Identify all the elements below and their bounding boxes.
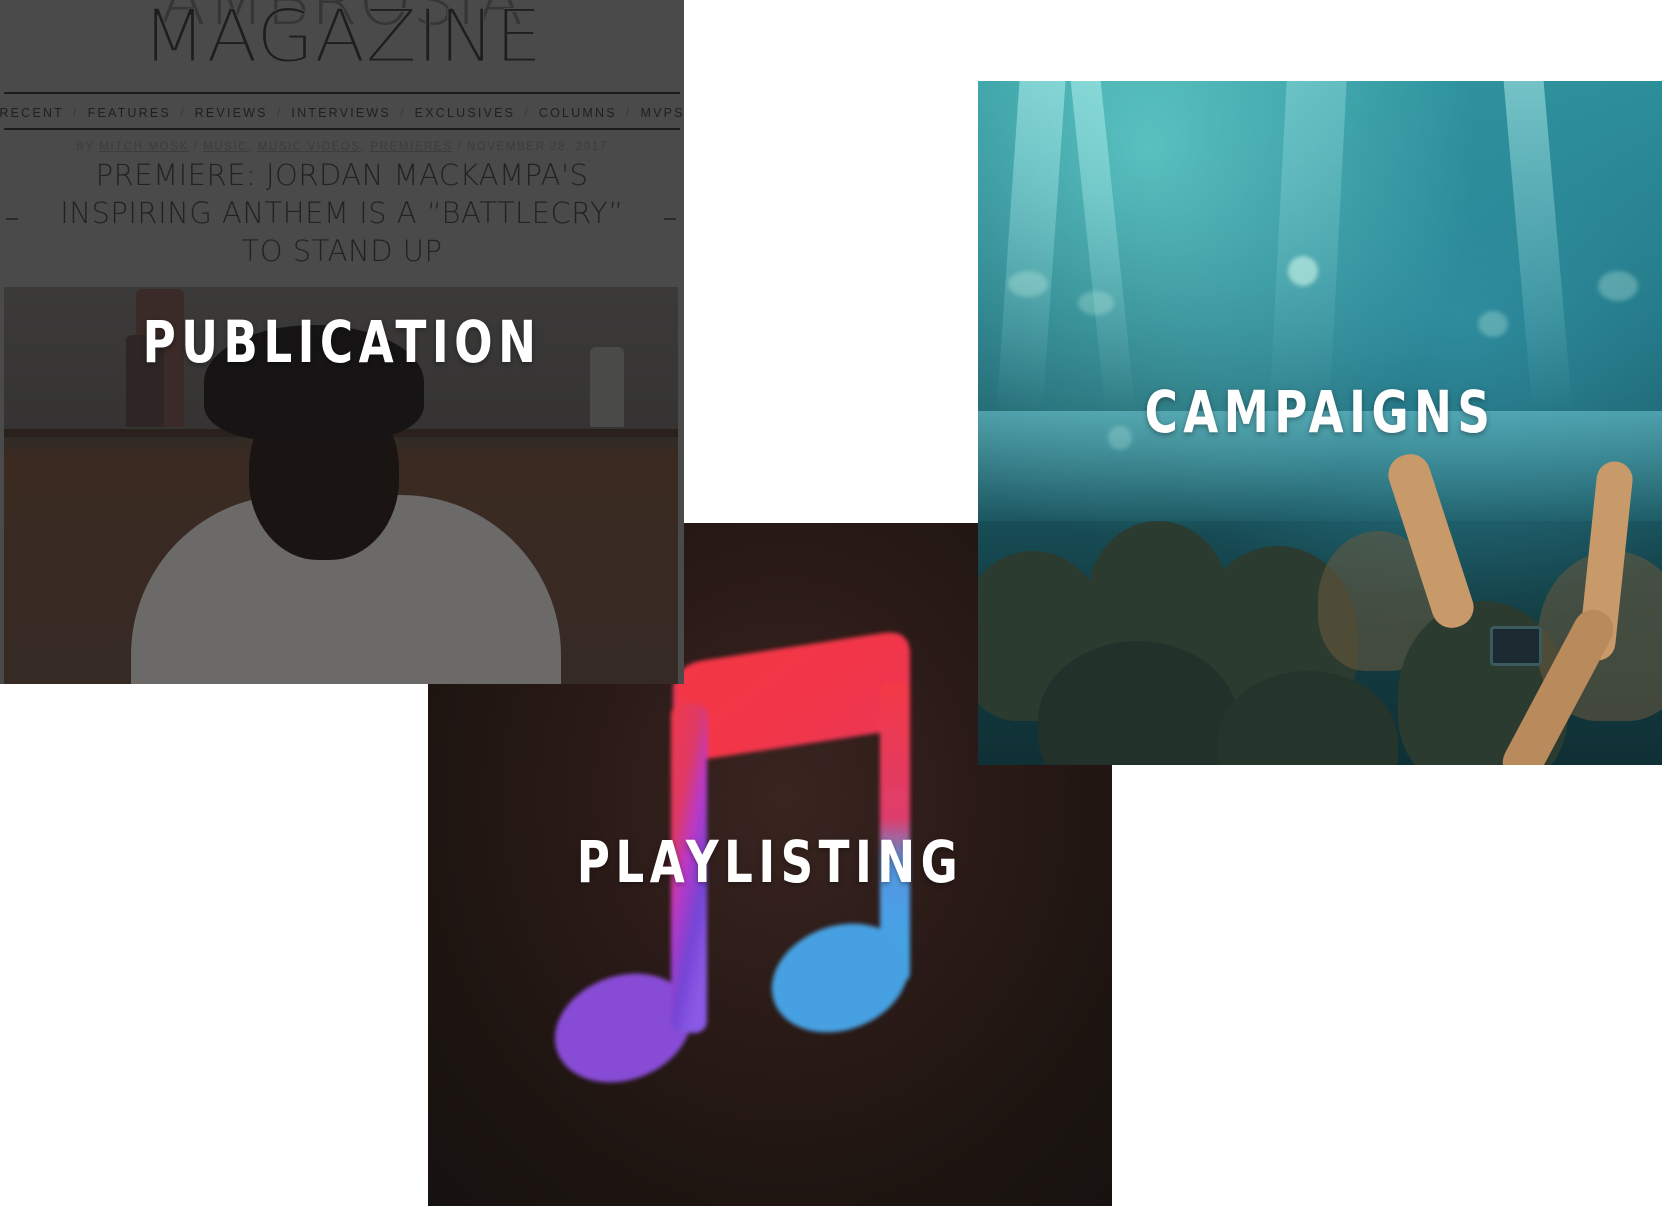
byline-prefix: BY — [76, 141, 95, 153]
article-headline: PREMIERE: JORDAN MACKAMPA'S INSPIRING AN… — [60, 158, 624, 268]
stage-light-beam — [1503, 81, 1573, 411]
nav-item-features: FEATURES — [87, 106, 171, 120]
magazine-nav: RECENT / FEATURES / REVIEWS / INTERVIEWS… — [0, 103, 682, 123]
article-meta: BY MITCH MOSK / MUSIC, MUSIC VIDEOS, PRE… — [76, 141, 608, 153]
nav-item-mvps: MVPS — [640, 106, 684, 120]
headline-dash — [6, 218, 18, 220]
publication-tile[interactable]: AMBROSIA MAGAZINE RECENT / FEATURES / RE… — [0, 0, 684, 684]
bokeh-light — [1478, 311, 1508, 337]
nav-separator: / — [625, 106, 632, 120]
nav-separator: / — [72, 106, 79, 120]
stage-light-beam — [996, 81, 1066, 411]
publication-title: PUBLICATION — [142, 308, 542, 376]
nav-item-interviews: INTERVIEWS — [291, 106, 391, 120]
article-date: NOVEMBER 28, 2017 — [466, 141, 608, 153]
masthead: MAGAZINE — [141, 0, 543, 79]
bokeh-light — [1078, 291, 1114, 315]
nav-separator: / — [399, 106, 406, 120]
author-link: MITCH MOSK — [99, 141, 189, 153]
bokeh-light — [1288, 256, 1318, 286]
nav-item-recent: RECENT — [0, 106, 64, 120]
nav-rule-bottom — [4, 128, 680, 130]
category-link: MUSIC VIDEOS — [257, 141, 361, 153]
nav-separator: / — [524, 106, 530, 120]
nav-separator: / — [179, 106, 186, 120]
headline-dash — [664, 218, 676, 220]
bokeh-light — [1598, 271, 1638, 301]
nav-separator: / — [276, 106, 283, 120]
campaigns-tile[interactable]: CAMPAIGNS — [978, 81, 1662, 765]
stage-light-beam — [1269, 81, 1347, 411]
phone-icon — [1490, 626, 1542, 666]
nav-item-reviews: REVIEWS — [194, 106, 268, 120]
campaigns-title: CAMPAIGNS — [1144, 378, 1496, 446]
playlisting-title: PLAYLISTING — [576, 828, 964, 896]
nav-rule-top — [4, 92, 680, 94]
category-link: MUSIC — [203, 141, 249, 153]
stage-light-beam — [1070, 81, 1136, 411]
bokeh-light — [1008, 271, 1048, 297]
category-link: PREMIERES — [370, 141, 453, 153]
nav-item-columns: COLUMNS — [538, 106, 617, 120]
nav-item-exclusives: EXCLUSIVES — [414, 106, 516, 120]
